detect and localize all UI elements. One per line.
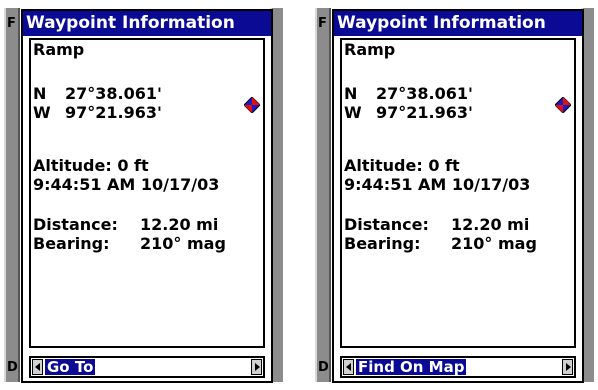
bezel-top-glyph: F — [318, 16, 327, 31]
gps-screen-go-to: F D Waypoint Information Ramp N 27°38.06… — [0, 0, 283, 390]
datetime-text: 9:44:51 AM 10/17/03 — [33, 175, 220, 194]
waypoint-diamond-icon — [244, 97, 260, 113]
bezel-top-glyph: F — [7, 16, 16, 31]
bearing-value: 210° mag — [140, 234, 226, 253]
find-on-map-button[interactable]: Find On Map — [356, 359, 467, 375]
altitude-text: Altitude: 0 ft — [33, 156, 149, 175]
latitude-hemisphere: N — [33, 84, 47, 103]
altitude-text: Altitude: 0 ft — [344, 156, 460, 175]
window-title: Waypoint Information — [23, 11, 271, 36]
waypoint-name: Ramp — [33, 40, 85, 59]
distance-value: 12.20 mi — [451, 215, 530, 234]
left-arrow-icon[interactable] — [343, 359, 354, 375]
waypoint-diamond-icon — [555, 97, 571, 113]
bezel-bottom-glyph: D — [318, 360, 329, 375]
left-arrow-icon[interactable] — [32, 359, 43, 375]
gps-screen-find-on-map: F D Waypoint Information Ramp N 27°38.06… — [311, 0, 594, 390]
distance-value: 12.20 mi — [140, 215, 219, 234]
latitude-value: 27°38.061' — [65, 84, 162, 103]
waypoint-name: Ramp — [344, 40, 396, 59]
bezel-left: F D — [4, 8, 20, 382]
waypoint-details-panel: Ramp N 27°38.061' W 97°21.963' Altitude:… — [340, 38, 576, 348]
waypoint-info-window: Waypoint Information Ramp N 27°38.061' W… — [332, 9, 584, 383]
bearing-label: Bearing: — [344, 234, 421, 253]
bezel-left: F D — [315, 8, 331, 382]
action-selector[interactable]: Go To — [29, 356, 265, 378]
bearing-label: Bearing: — [33, 234, 110, 253]
longitude-hemisphere: W — [33, 103, 51, 122]
right-arrow-icon[interactable] — [562, 359, 573, 375]
latitude-hemisphere: N — [344, 84, 358, 103]
longitude-value: 97°21.963' — [376, 103, 473, 122]
action-selector[interactable]: Find On Map — [340, 356, 576, 378]
latitude-value: 27°38.061' — [376, 84, 473, 103]
waypoint-details-panel: Ramp N 27°38.061' W 97°21.963' Altitude:… — [29, 38, 265, 348]
waypoint-info-window: Waypoint Information Ramp N 27°38.061' W… — [21, 9, 273, 383]
right-arrow-icon[interactable] — [251, 359, 262, 375]
datetime-text: 9:44:51 AM 10/17/03 — [344, 175, 531, 194]
bezel-bottom-glyph: D — [7, 360, 18, 375]
distance-label: Distance: — [344, 215, 429, 234]
bearing-value: 210° mag — [451, 234, 537, 253]
longitude-value: 97°21.963' — [65, 103, 162, 122]
distance-label: Distance: — [33, 215, 118, 234]
go-to-button[interactable]: Go To — [45, 359, 96, 375]
longitude-hemisphere: W — [344, 103, 362, 122]
window-title: Waypoint Information — [334, 11, 582, 36]
